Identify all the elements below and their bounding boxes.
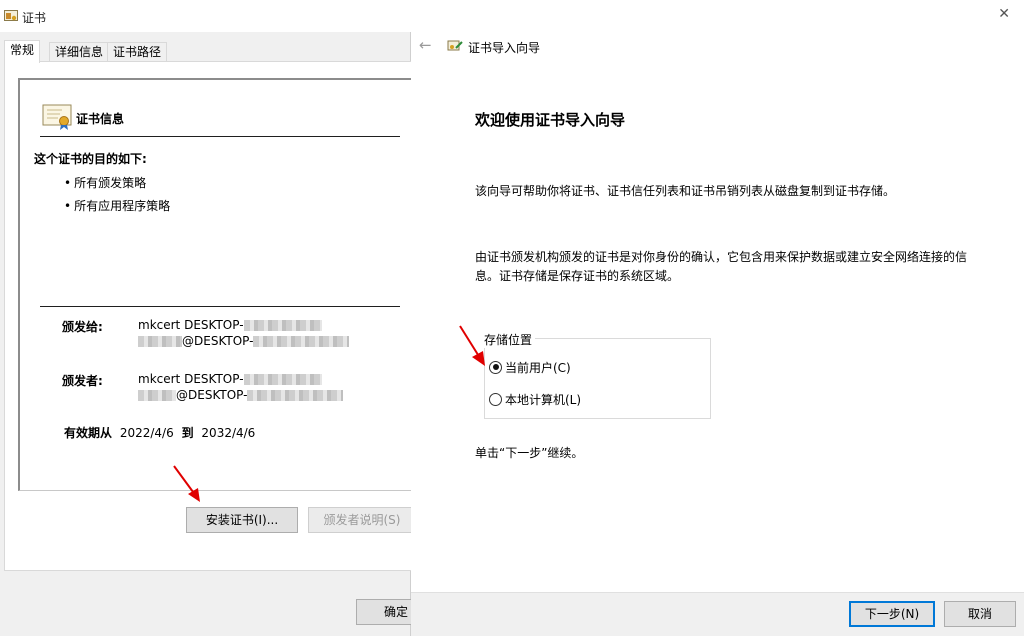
purpose-text: 所有颁发策略 bbox=[74, 176, 147, 190]
valid-to-label: 到 bbox=[181, 426, 194, 440]
issued-by-line1: mkcert DESKTOP- bbox=[138, 372, 322, 386]
issued-to-line2: @DESKTOP- bbox=[138, 334, 350, 348]
certificate-dialog: 证书 常规 详细信息 证书路径 证书信息 这个证书的目的如下: 所有颁发策略 所… bbox=[0, 0, 436, 636]
radio-label: 本地计算机(L) bbox=[505, 392, 582, 407]
tab-details[interactable]: 详细信息 bbox=[49, 42, 110, 62]
wizard-heading: 欢迎使用证书导入向导 bbox=[475, 111, 626, 129]
purpose-list: 所有颁发策略 所有应用程序策略 bbox=[64, 174, 170, 220]
issued-by-host: @DESKTOP- bbox=[176, 388, 248, 402]
redacted-text bbox=[138, 336, 182, 347]
purpose-item: 所有应用程序策略 bbox=[64, 197, 170, 220]
import-wizard: ✕ ← 证书导入向导 欢迎使用证书导入向导 该向导可帮助你将证书、证书信任列表和… bbox=[411, 0, 1024, 636]
issued-to-label: 颁发给: bbox=[62, 320, 103, 334]
radio-label: 当前用户(C) bbox=[505, 360, 571, 375]
redacted-text bbox=[253, 336, 350, 347]
radio-current-user[interactable]: 当前用户(C) bbox=[489, 358, 571, 376]
radio-local-machine[interactable]: 本地计算机(L) bbox=[489, 390, 581, 408]
wizard-title: 证书导入向导 bbox=[468, 41, 541, 55]
valid-from-label: 有效期从 bbox=[64, 426, 113, 440]
tab-cert-path[interactable]: 证书路径 bbox=[107, 42, 168, 62]
divider bbox=[40, 306, 400, 307]
issuer-statement-button[interactable]: 颁发者说明(S) bbox=[308, 507, 416, 533]
cert-info-title: 证书信息 bbox=[76, 112, 125, 126]
window-title: 证书 bbox=[22, 11, 47, 25]
radio-button[interactable] bbox=[489, 360, 502, 374]
wizard-intro-text: 该向导可帮助你将证书、证书信任列表和证书吊销列表从磁盘复制到证书存储。 bbox=[475, 184, 896, 198]
issued-to-line1: mkcert DESKTOP- bbox=[138, 318, 322, 332]
valid-to-date: 2032/4/6 bbox=[201, 426, 256, 440]
wizard-desc-line1: 由证书颁发机构颁发的证书是对你身份的确认，它包含用来保护数据或建立安全网络连接的… bbox=[475, 250, 968, 264]
wizard-icon bbox=[447, 40, 463, 51]
redacted-text bbox=[138, 390, 176, 401]
wizard-desc-line2: 息。证书存储是保存证书的系统区域。 bbox=[475, 269, 680, 283]
cancel-button[interactable]: 取消 bbox=[944, 601, 1016, 627]
issued-to-name: mkcert DESKTOP- bbox=[138, 318, 244, 332]
next-button[interactable]: 下一步(N) bbox=[849, 601, 935, 627]
continue-hint: 单击“下一步”继续。 bbox=[475, 446, 584, 460]
purpose-item: 所有颁发策略 bbox=[64, 174, 170, 197]
certificate-icon bbox=[4, 10, 18, 21]
redacted-text bbox=[247, 390, 344, 401]
tab-general[interactable]: 常规 bbox=[4, 40, 41, 63]
purpose-title: 这个证书的目的如下: bbox=[34, 152, 147, 166]
certificate-icon bbox=[42, 104, 72, 130]
purpose-text: 所有应用程序策略 bbox=[74, 199, 171, 213]
redacted-text bbox=[243, 320, 322, 331]
validity-row: 有效期从 2022/4/6 到 2032/4/6 bbox=[64, 424, 255, 441]
install-certificate-button[interactable]: 安装证书(I)... bbox=[186, 507, 298, 533]
red-arrow-annotation bbox=[459, 325, 485, 366]
issued-by-label: 颁发者: bbox=[62, 374, 103, 388]
screenshot-root: 证书 常规 详细信息 证书路径 证书信息 这个证书的目的如下: 所有颁发策略 所… bbox=[0, 0, 1024, 636]
back-arrow-icon[interactable]: ← bbox=[419, 36, 432, 54]
issued-by-line2: @DESKTOP- bbox=[138, 388, 344, 402]
red-arrow-annotation bbox=[173, 465, 200, 502]
issued-by-name: mkcert DESKTOP- bbox=[138, 372, 244, 386]
cert-info-box: 证书信息 这个证书的目的如下: 所有颁发策略 所有应用程序策略 颁发给: mkc… bbox=[18, 78, 411, 491]
close-icon[interactable]: ✕ bbox=[998, 6, 1010, 22]
redacted-text bbox=[243, 374, 322, 385]
valid-from-date: 2022/4/6 bbox=[119, 426, 174, 440]
divider bbox=[40, 136, 400, 137]
issued-to-host: @DESKTOP- bbox=[182, 334, 254, 348]
title-bar: 证书 bbox=[0, 0, 411, 32]
radio-button[interactable] bbox=[489, 392, 502, 406]
